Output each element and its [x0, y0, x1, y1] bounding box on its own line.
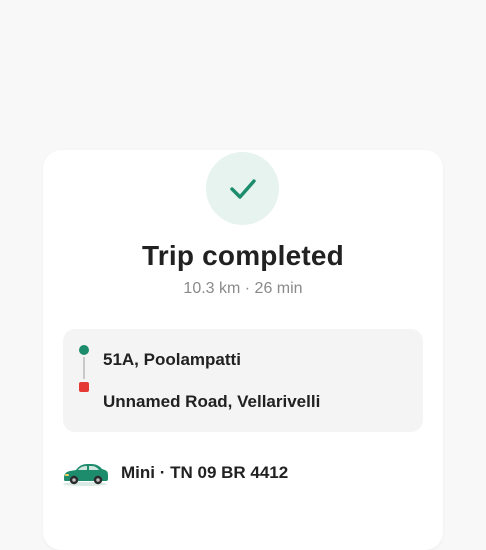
- trip-title: Trip completed: [142, 240, 344, 271]
- trip-distance-duration: 10.3 km · 26 min: [183, 280, 303, 297]
- trip-summary-card: Trip completed 10.3 km · 26 min 51A, Poo…: [43, 150, 443, 550]
- drop-address: Unnamed Road, Vellarivelli: [103, 392, 321, 411]
- route-connector: [83, 357, 85, 379]
- route-summary: 51A, Poolampatti Unnamed Road, Vellarive…: [63, 329, 423, 432]
- pickup-address: 51A, Poolampatti: [103, 350, 241, 369]
- pickup-marker-icon: [79, 345, 89, 355]
- vehicle-label: Mini · TN 09 BR 4412: [121, 463, 289, 482]
- check-icon: [229, 178, 256, 199]
- vehicle-info: Mini · TN 09 BR 4412: [61, 458, 288, 488]
- car-icon: [63, 464, 108, 486]
- success-badge: [206, 152, 279, 225]
- drop-marker-icon: [79, 382, 89, 392]
